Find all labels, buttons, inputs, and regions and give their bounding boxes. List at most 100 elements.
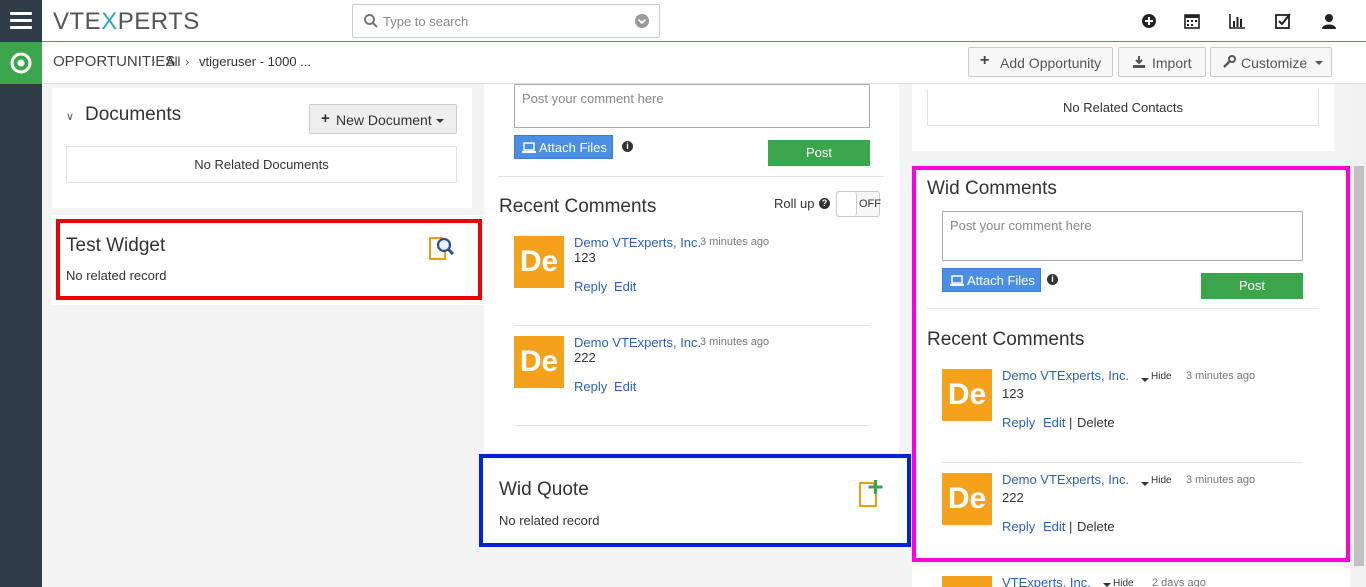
- delete-link[interactable]: Delete: [1077, 519, 1115, 534]
- add-circle-icon[interactable]: [1140, 12, 1158, 30]
- recent-comments-title: Recent Comments: [927, 329, 1085, 350]
- reply-link[interactable]: Reply: [574, 379, 607, 394]
- contacts-empty-box: No Related Contacts: [927, 89, 1319, 126]
- comment-input[interactable]: Post your comment here: [514, 84, 870, 128]
- info-icon[interactable]: i: [1047, 274, 1058, 285]
- more-comments-panel: VTExperts, Inc. Hide 2 days ago: [912, 566, 1350, 587]
- contacts-panel: No Related Contacts: [912, 84, 1334, 151]
- chevron-down-icon[interactable]: [635, 14, 649, 28]
- bar-chart-icon[interactable]: [1228, 12, 1246, 30]
- comment-author[interactable]: Demo VTExperts, Inc.: [1002, 368, 1129, 383]
- comment-time: 3 minutes ago: [700, 236, 770, 248]
- chevron-right-icon: ›: [185, 54, 190, 69]
- wid-quote-title: Wid Quote: [499, 479, 589, 500]
- recent-comments-title: Recent Comments: [499, 196, 657, 217]
- edit-link[interactable]: Edit: [1043, 519, 1065, 534]
- laptop-icon: [522, 142, 536, 153]
- customize-button[interactable]: Customize: [1210, 47, 1332, 77]
- module-nav-active[interactable]: [0, 42, 42, 84]
- caret-down-icon[interactable]: [1141, 378, 1149, 382]
- delete-link[interactable]: Delete: [1077, 415, 1115, 430]
- reply-link[interactable]: Reply: [574, 279, 607, 294]
- documents-empty-text: No Related Documents: [194, 157, 329, 172]
- reply-link[interactable]: Reply: [1002, 415, 1035, 430]
- divider: [942, 462, 1303, 463]
- rollup-toggle[interactable]: OFF: [836, 191, 881, 217]
- app-logo[interactable]: VTEXPERTS: [53, 8, 200, 36]
- hide-link[interactable]: Hide: [1113, 578, 1134, 587]
- post-button[interactable]: Post: [1201, 273, 1303, 299]
- contacts-empty-text: No Related Contacts: [1063, 100, 1183, 115]
- divider: [514, 425, 870, 426]
- separator-pipe: |: [1069, 519, 1073, 534]
- search-input[interactable]: Type to search: [352, 4, 660, 38]
- wid-comment-input[interactable]: Post your comment here: [942, 211, 1303, 261]
- comment-text: 222: [1002, 490, 1024, 505]
- test-widget-highlight: Test Widget No related record: [56, 219, 482, 300]
- breadcrumb-record[interactable]: vtigeruser - 1000 ...: [199, 54, 311, 69]
- divider: [514, 325, 870, 326]
- scrollbar-thumb[interactable]: [1354, 166, 1364, 566]
- download-icon: [1133, 56, 1145, 68]
- edit-link[interactable]: Edit: [614, 379, 636, 394]
- test-widget-empty: No related record: [66, 268, 167, 283]
- new-document-button[interactable]: + New Document: [309, 104, 457, 134]
- divider: [498, 176, 884, 177]
- comment-author[interactable]: Demo VTExperts, Inc.: [1002, 472, 1129, 487]
- wid-comments-highlight: Wid Comments Post your comment here Atta…: [912, 166, 1350, 562]
- wrench-icon: [1223, 55, 1236, 68]
- post-button[interactable]: Post: [768, 140, 870, 166]
- caret-down-icon: [1315, 61, 1323, 65]
- documents-title: Documents: [85, 104, 182, 125]
- caret-down-icon[interactable]: [1103, 583, 1111, 587]
- menu-icon[interactable]: [0, 0, 42, 42]
- comment-time: 3 minutes ago: [1186, 474, 1256, 486]
- comment-time: 2 days ago: [1152, 577, 1206, 587]
- plus-icon: +: [980, 52, 990, 69]
- search-record-icon[interactable]: [426, 233, 456, 263]
- hide-link[interactable]: Hide: [1151, 371, 1172, 382]
- laptop-icon: [950, 275, 964, 286]
- documents-panel: ∨ Documents + New Document No Related Do…: [52, 88, 472, 208]
- calendar-icon[interactable]: [1183, 12, 1201, 30]
- add-opportunity-button[interactable]: + Add Opportunity: [968, 47, 1113, 77]
- app-sidebar: [0, 42, 42, 587]
- avatar: De: [942, 473, 992, 525]
- breadcrumb-module[interactable]: OPPORTUNITIES: [53, 53, 175, 70]
- reply-link[interactable]: Reply: [1002, 519, 1035, 534]
- info-icon[interactable]: i: [622, 141, 633, 152]
- top-bar: VTEXPERTS Type to search: [0, 0, 1366, 42]
- wid-quote-highlight: Wid Quote No related record: [479, 454, 911, 547]
- edit-link[interactable]: Edit: [1043, 415, 1065, 430]
- edit-link[interactable]: Edit: [614, 279, 636, 294]
- chevron-down-icon[interactable]: ∨: [66, 110, 74, 123]
- separator-pipe: |: [1069, 415, 1073, 430]
- wid-quote-empty: No related record: [499, 513, 600, 528]
- wid-comments-title: Wid Comments: [927, 178, 1057, 199]
- avatar: De: [514, 236, 564, 288]
- chevron-right-icon: ›: [151, 54, 156, 69]
- comment-author[interactable]: VTExperts, Inc.: [1002, 575, 1091, 587]
- import-button[interactable]: Import: [1118, 47, 1206, 77]
- comment-author[interactable]: Demo VTExperts, Inc.: [574, 335, 701, 350]
- breadcrumb-bar: OPPORTUNITIES › All › vtigeruser - 1000 …: [42, 42, 1366, 84]
- comment-author[interactable]: Demo VTExperts, Inc.: [574, 235, 701, 250]
- scrollbar-track[interactable]: [1352, 84, 1366, 587]
- avatar: [942, 576, 992, 587]
- tasks-check-icon[interactable]: [1274, 12, 1292, 30]
- divider: [927, 308, 1319, 309]
- avatar: De: [514, 336, 564, 388]
- help-icon[interactable]: ?: [819, 198, 830, 209]
- add-record-icon[interactable]: [857, 478, 887, 508]
- target-icon: [10, 52, 32, 74]
- attach-files-button[interactable]: Attach Files: [514, 135, 613, 159]
- breadcrumb-filter[interactable]: All: [166, 54, 180, 69]
- rollup-label: Roll up: [774, 196, 815, 211]
- caret-down-icon: [436, 119, 444, 123]
- search-icon: [364, 14, 378, 28]
- attach-files-button[interactable]: Attach Files: [942, 268, 1041, 292]
- caret-down-icon[interactable]: [1141, 482, 1149, 486]
- comment-time: 3 minutes ago: [700, 336, 770, 348]
- hide-link[interactable]: Hide: [1151, 475, 1172, 486]
- user-icon[interactable]: [1320, 12, 1338, 30]
